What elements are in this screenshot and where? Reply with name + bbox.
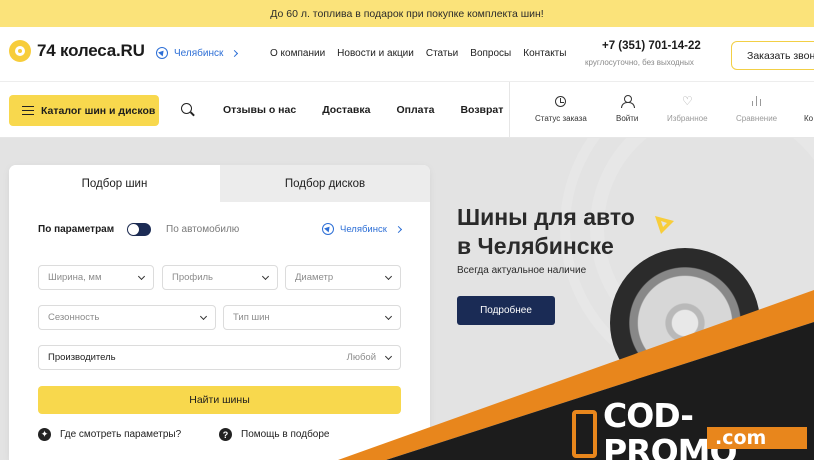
- watermark-domain: .com: [707, 427, 807, 449]
- page: До 60 л. топлива в подарок при покупке к…: [0, 0, 814, 460]
- promo-overlay-stripes: [338, 290, 814, 460]
- phone-icon: [572, 410, 597, 458]
